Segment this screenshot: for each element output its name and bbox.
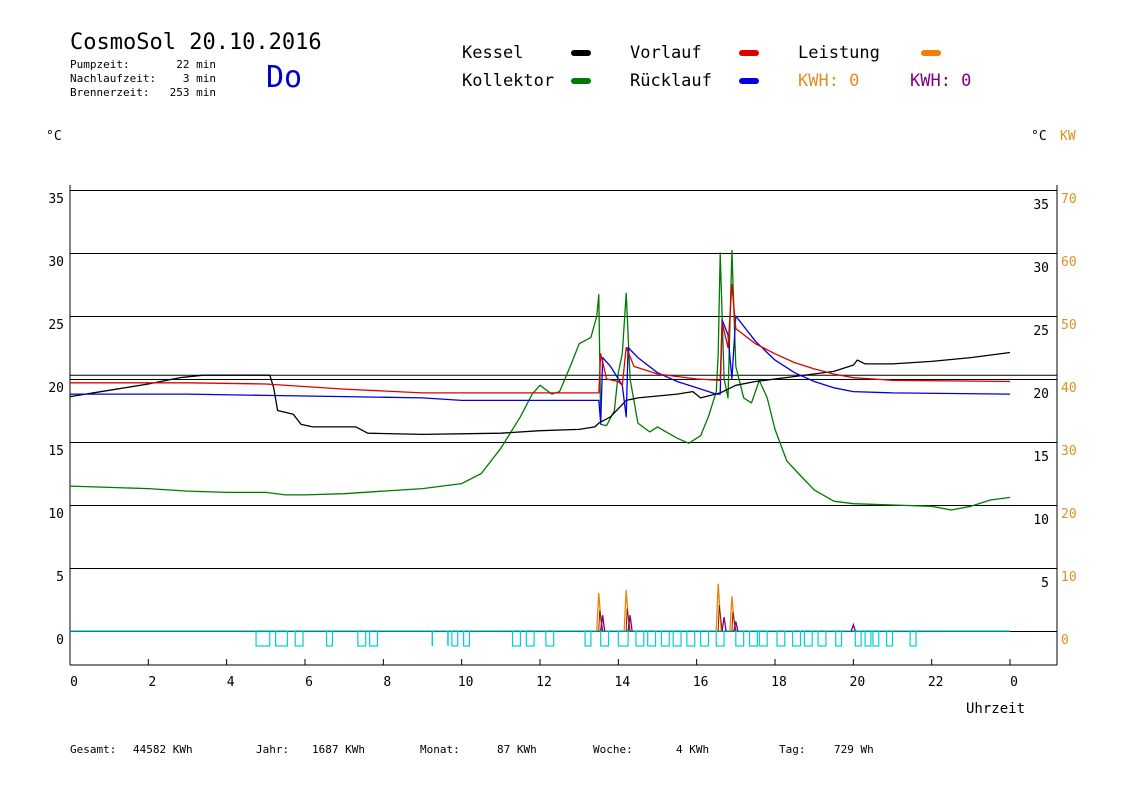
footer-gesamt-value: 44582 KWh	[133, 743, 193, 756]
pump-block	[463, 630, 471, 647]
y-tick-label-left: 20	[48, 381, 64, 396]
y-tick-label-left: 35	[48, 192, 64, 207]
pump-block	[584, 630, 592, 647]
footer-monat-value: 87 KWh	[497, 743, 537, 756]
pump-block	[886, 630, 894, 647]
chart-plot: 3530252015105035302520151057060504030201…	[48, 185, 1077, 690]
kwh-spike	[850, 622, 856, 632]
pump-block	[672, 630, 682, 647]
pump-block	[909, 630, 917, 647]
pump-block	[715, 630, 725, 647]
series-line-vorlauf	[70, 283, 1011, 394]
pump-block	[275, 630, 288, 647]
footer-woche-value: 4 KWh	[676, 743, 710, 756]
y2-tick-label: 60	[1061, 255, 1077, 270]
pump-block	[647, 630, 657, 647]
series-line-kollektor	[69, 249, 1011, 511]
footer-tag-label: Tag:	[779, 743, 806, 756]
x-tick-label: 14	[615, 675, 631, 690]
pump-block	[735, 630, 745, 647]
pump-block	[864, 630, 872, 647]
pump-block	[357, 630, 367, 647]
x-tick-label: 4	[227, 675, 235, 690]
pump-block	[545, 630, 555, 647]
footer-gesamt-label: Gesamt:	[70, 743, 117, 756]
pump-block	[776, 630, 786, 647]
pump-block	[325, 630, 334, 647]
pump-block	[817, 630, 827, 647]
pump-block	[525, 630, 535, 647]
pump-block	[635, 630, 645, 647]
y-tick-label-left: 30	[48, 255, 64, 270]
x-tick-label: 2	[148, 675, 156, 690]
y2-tick-label: 0	[1061, 633, 1069, 648]
pump-block	[294, 630, 304, 647]
x-tick-label: 16	[693, 675, 709, 690]
pump-block	[699, 630, 710, 647]
x-tick-label: 12	[536, 675, 552, 690]
y-tick-label-left: 25	[48, 318, 64, 333]
x-tick-label: 8	[383, 675, 391, 690]
y2-tick-label: 40	[1061, 381, 1077, 396]
y2-tick-label: 30	[1061, 444, 1077, 459]
pump-block	[451, 630, 459, 647]
y-tick-label-left: 10	[48, 507, 64, 522]
pump-block	[686, 630, 696, 647]
pump-block	[803, 630, 813, 647]
y-tick-label-right: 15	[1033, 450, 1049, 465]
footer-tag-value: 729 Wh	[834, 743, 874, 756]
y-tick-label-left: 0	[56, 633, 64, 648]
pump-block	[872, 630, 880, 647]
pump-block	[369, 630, 379, 647]
pump-block	[854, 630, 862, 647]
y-tick-label-left: 15	[48, 444, 64, 459]
x-tick-label: 10	[458, 675, 474, 690]
pump-block	[600, 630, 610, 647]
x-tick-label: 0	[70, 675, 78, 690]
x-tick-label: 18	[771, 675, 787, 690]
y-tick-label-right: 30	[1033, 261, 1049, 276]
pump-block	[660, 630, 670, 647]
pump-block	[835, 630, 843, 647]
pump-block	[792, 630, 802, 647]
footer-jahr-label: Jahr:	[256, 743, 290, 756]
kwh-spike	[721, 617, 727, 632]
x-tick-label: 22	[928, 675, 944, 690]
y2-tick-label: 50	[1061, 318, 1077, 333]
pump-block	[617, 630, 629, 647]
x-tick-label: 0	[1010, 675, 1018, 690]
x-tick-label: 6	[305, 675, 313, 690]
pump-block	[511, 630, 522, 647]
y2-tick-label: 70	[1061, 192, 1077, 207]
y-tick-label-left: 5	[56, 570, 64, 585]
pump-block	[748, 630, 758, 647]
x-tick-label: 20	[850, 675, 866, 690]
footer-monat-label: Monat:	[420, 743, 460, 756]
y-tick-label-right: 35	[1033, 198, 1049, 213]
footer-woche-label: Woche:	[593, 743, 633, 756]
y-tick-label-right: 20	[1033, 387, 1049, 402]
x-axis-label: Uhrzeit	[966, 701, 1026, 717]
pump-block	[758, 630, 768, 647]
y2-tick-label: 10	[1061, 570, 1077, 585]
footer-jahr-value: 1687 KWh	[312, 743, 365, 756]
y-tick-label-right: 5	[1041, 576, 1049, 591]
y2-tick-label: 20	[1061, 507, 1077, 522]
pump-block	[255, 630, 271, 647]
series-line-ruecklauf	[70, 315, 1011, 424]
y-tick-label-right: 10	[1033, 513, 1049, 528]
y-tick-label-right: 25	[1033, 324, 1049, 339]
